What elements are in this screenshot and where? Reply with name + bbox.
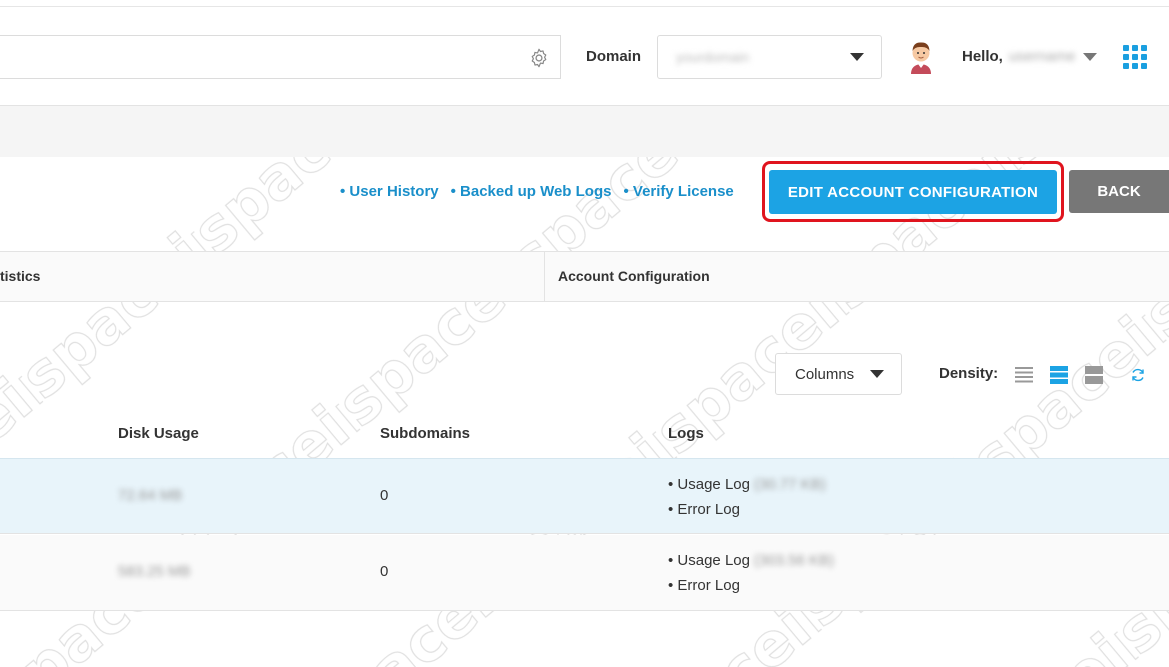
density-comfortable-icon[interactable]	[1084, 365, 1104, 385]
domain-select[interactable]: yourdomain	[657, 35, 882, 79]
tab-account-configuration[interactable]: Account Configuration	[558, 252, 710, 301]
usage-log-link[interactable]: • Usage Log (303.56 KB)	[668, 548, 834, 573]
back-button[interactable]: BACK	[1069, 170, 1169, 213]
chevron-down-icon[interactable]	[1083, 53, 1097, 61]
chevron-down-icon	[870, 370, 884, 378]
search-box	[0, 35, 561, 79]
disk-usage-value: 583.25 MB	[118, 563, 191, 580]
greeting-text: Hello,	[962, 48, 1003, 65]
backed-up-web-logs-link[interactable]: • Backed up Web Logs	[451, 183, 612, 200]
usage-log-link[interactable]: • Usage Log (30.77 KB)	[668, 472, 826, 497]
subdomains-value: 0	[380, 487, 389, 504]
table-row: 583.25 MB 0 • Usage Log (303.56 KB) • Err…	[0, 535, 1169, 611]
columns-button[interactable]: Columns	[775, 353, 902, 395]
username: username	[1008, 48, 1076, 65]
domain-label: Domain	[586, 48, 642, 65]
header-divider	[0, 6, 1169, 7]
column-header-disk-usage[interactable]: Disk Usage	[118, 425, 199, 442]
table-row: 72.64 MB 0 • Usage Log (30.77 KB) • Error…	[0, 458, 1169, 534]
domain-value: yourdomain	[676, 49, 750, 65]
tabs: tistics Account Configuration	[0, 251, 1169, 302]
column-header-subdomains[interactable]: Subdomains	[380, 425, 470, 442]
user-greeting[interactable]: Hello, username	[962, 48, 1076, 65]
usage-log-size: (30.77 KB)	[753, 476, 826, 493]
gear-icon[interactable]	[528, 47, 550, 69]
verify-license-link[interactable]: • Verify License	[623, 183, 733, 200]
logs-cell: • Usage Log (303.56 KB) • Error Log	[668, 548, 834, 598]
usage-log-label: • Usage Log	[668, 476, 750, 493]
column-header-logs[interactable]: Logs	[668, 425, 704, 442]
chevron-down-icon	[850, 53, 864, 61]
density-standard-icon[interactable]	[1049, 365, 1069, 385]
top-header: Domain yourdomain Hello, username	[0, 0, 1169, 106]
error-log-link[interactable]: • Error Log	[668, 573, 834, 598]
apps-grid-icon[interactable]	[1123, 45, 1147, 69]
usage-log-label: • Usage Log	[668, 552, 750, 569]
avatar[interactable]	[905, 38, 937, 74]
refresh-icon[interactable]	[1130, 367, 1146, 383]
density-compact-icon[interactable]	[1014, 365, 1034, 385]
sub-header-bar	[0, 106, 1169, 157]
edit-account-configuration-button[interactable]: EDIT ACCOUNT CONFIGURATION	[769, 170, 1057, 214]
usage-log-size: (303.56 KB)	[753, 552, 835, 569]
user-history-link[interactable]: • User History	[340, 183, 439, 200]
columns-label: Columns	[795, 365, 855, 383]
subdomains-value: 0	[380, 563, 389, 580]
search-input[interactable]	[0, 36, 500, 78]
disk-usage-value: 72.64 MB	[118, 487, 183, 504]
density-label: Density:	[939, 365, 999, 382]
action-links: • User History • Backed up Web Logs • Ve…	[340, 183, 734, 200]
logs-cell: • Usage Log (30.77 KB) • Error Log	[668, 472, 826, 522]
error-log-link[interactable]: • Error Log	[668, 497, 826, 522]
tab-statistics[interactable]: tistics	[0, 252, 545, 301]
